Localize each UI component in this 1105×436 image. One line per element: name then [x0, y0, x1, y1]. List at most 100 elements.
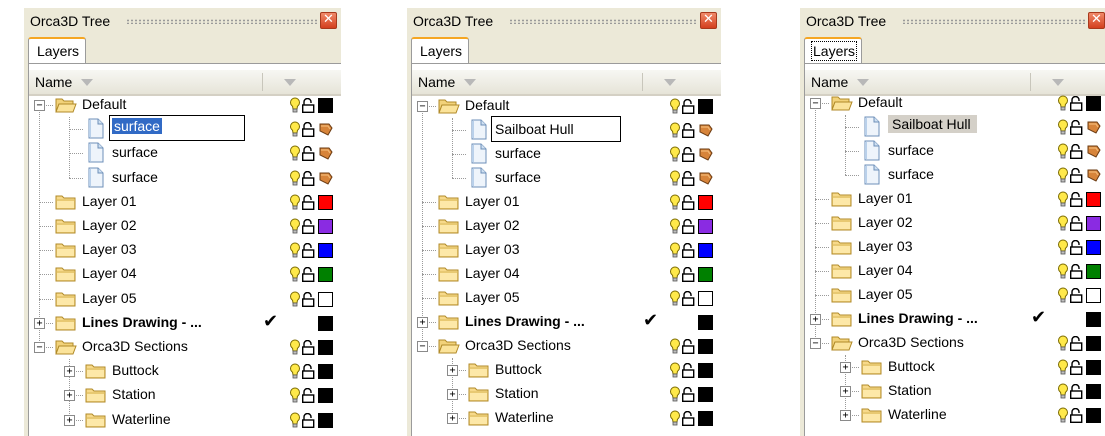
expand-icon[interactable]: +: [64, 366, 75, 378]
lightbulb-icon[interactable]: [669, 266, 681, 286]
padlock-open-icon[interactable]: [301, 122, 316, 140]
tree-row-l05[interactable]: Layer 05: [412, 286, 721, 310]
lightbulb-icon[interactable]: [289, 363, 301, 383]
padlock-open-icon[interactable]: [681, 218, 696, 237]
layer-color-swatch[interactable]: [1086, 240, 1101, 255]
layer-color-swatch[interactable]: [318, 219, 333, 234]
layer-color-swatch[interactable]: [1086, 192, 1101, 207]
padlock-open-icon[interactable]: [1069, 407, 1084, 426]
layer-color-swatch[interactable]: [1086, 384, 1101, 399]
layer-color-swatch[interactable]: [1086, 264, 1101, 279]
layer-color-swatch[interactable]: [698, 195, 713, 210]
layer-color-swatch[interactable]: [698, 267, 713, 282]
tree-row-waterline[interactable]: + Waterline: [29, 408, 341, 432]
tree-row-buttock[interactable]: + Buttock: [805, 355, 1105, 379]
lightbulb-icon[interactable]: [289, 339, 301, 359]
panel-titlebar[interactable]: Orca3D Tree ✕: [407, 8, 721, 32]
lightbulb-icon[interactable]: [1057, 383, 1069, 403]
material-icon[interactable]: [699, 171, 713, 188]
column-arrow-icon[interactable]: [284, 79, 296, 86]
padlock-open-icon[interactable]: [301, 243, 316, 261]
lightbulb-icon[interactable]: [289, 412, 301, 432]
layer-color-swatch[interactable]: [318, 194, 333, 210]
padlock-open-icon[interactable]: [301, 194, 316, 213]
material-icon[interactable]: [1087, 144, 1101, 161]
tree-row-l05[interactable]: Layer 05: [29, 287, 341, 311]
lightbulb-icon[interactable]: [289, 170, 301, 190]
expand-icon[interactable]: +: [64, 390, 75, 402]
lightbulb-icon[interactable]: [1057, 287, 1069, 307]
layer-color-swatch[interactable]: [698, 411, 713, 426]
lightbulb-icon[interactable]: [289, 291, 301, 311]
drag-grip[interactable]: [509, 19, 697, 24]
layer-color-swatch[interactable]: [1086, 288, 1101, 303]
padlock-open-icon[interactable]: [1069, 215, 1084, 234]
tree-row-surface3[interactable]: surface: [412, 166, 721, 190]
column-arrow-icon[interactable]: [1052, 79, 1064, 86]
expand-icon[interactable]: +: [840, 362, 851, 373]
close-icon[interactable]: ✕: [700, 12, 717, 29]
padlock-open-icon[interactable]: [1069, 287, 1084, 306]
tree-row-waterline[interactable]: + Waterline: [805, 403, 1105, 427]
padlock-open-icon[interactable]: [301, 146, 316, 164]
lightbulb-icon[interactable]: [1057, 263, 1069, 283]
layer-color-swatch[interactable]: [318, 364, 333, 380]
collapse-icon[interactable]: −: [810, 98, 821, 109]
padlock-open-icon[interactable]: [1069, 383, 1084, 402]
lightbulb-icon[interactable]: [289, 242, 301, 262]
panel-titlebar[interactable]: Orca3D Tree ✕: [800, 8, 1105, 32]
padlock-open-icon[interactable]: [681, 242, 696, 261]
material-icon[interactable]: [1087, 120, 1101, 137]
tree-row-sections[interactable]: − Orca3D Sections: [805, 331, 1105, 355]
tree-row-lines[interactable]: + Lines Drawing - ... ✔: [412, 310, 721, 334]
padlock-open-icon[interactable]: [1069, 119, 1084, 138]
expand-icon[interactable]: +: [417, 317, 428, 328]
tree-row-l04[interactable]: Layer 04: [805, 259, 1105, 283]
column-divider[interactable]: [1030, 73, 1031, 91]
layer-color-swatch[interactable]: [318, 388, 333, 404]
lightbulb-icon[interactable]: [669, 362, 681, 382]
tab-layers[interactable]: Layers: [804, 37, 862, 63]
padlock-open-icon[interactable]: [1069, 191, 1084, 210]
material-icon[interactable]: [699, 147, 713, 164]
lightbulb-icon[interactable]: [1057, 167, 1069, 187]
tree-row-l01[interactable]: Layer 01: [805, 187, 1105, 211]
layer-color-swatch[interactable]: [1086, 216, 1101, 231]
expand-icon[interactable]: +: [64, 414, 75, 426]
tree-row-station[interactable]: + Station: [805, 379, 1105, 403]
material-icon[interactable]: [319, 146, 333, 163]
layer-color-swatch[interactable]: [318, 315, 333, 331]
tree-row-surface3[interactable]: surface: [29, 166, 341, 190]
padlock-open-icon[interactable]: [681, 362, 696, 381]
padlock-open-icon[interactable]: [681, 146, 696, 165]
lightbulb-icon[interactable]: [669, 146, 681, 166]
lightbulb-icon[interactable]: [289, 387, 301, 407]
tree-row-default[interactable]: − Default: [29, 93, 341, 117]
layer-color-swatch[interactable]: [698, 363, 713, 378]
tree-row-l04[interactable]: Layer 04: [29, 262, 341, 286]
tree-row-station[interactable]: + Station: [29, 383, 341, 407]
close-icon[interactable]: ✕: [1088, 12, 1105, 29]
tree-row-lines[interactable]: + Lines Drawing - ... ✔: [805, 307, 1105, 331]
lightbulb-icon[interactable]: [289, 218, 301, 238]
column-header[interactable]: Name: [412, 70, 721, 96]
tab-layers[interactable]: Layers: [411, 37, 469, 63]
tree-row-default[interactable]: − Default: [805, 91, 1105, 115]
tree-row-l02[interactable]: Layer 02: [412, 214, 721, 238]
tree-row-default[interactable]: − Default: [412, 94, 721, 118]
tree-row-l01[interactable]: Layer 01: [412, 190, 721, 214]
padlock-open-icon[interactable]: [1069, 263, 1084, 282]
layer-tree[interactable]: Name − Default Sailboat Hull surface surface L…: [411, 63, 721, 436]
layer-color-swatch[interactable]: [1086, 96, 1101, 111]
material-icon[interactable]: [319, 122, 333, 139]
tree-row-l03[interactable]: Layer 03: [29, 238, 341, 262]
padlock-open-icon[interactable]: [1069, 95, 1084, 114]
collapse-icon[interactable]: −: [810, 338, 821, 349]
tree-row-surface3[interactable]: surface: [805, 163, 1105, 187]
expand-icon[interactable]: +: [447, 413, 458, 424]
padlock-open-icon[interactable]: [301, 412, 316, 431]
tree-row-l03[interactable]: Layer 03: [805, 235, 1105, 259]
layer-color-swatch[interactable]: [318, 291, 333, 307]
lightbulb-icon[interactable]: [1057, 335, 1069, 355]
layer-color-swatch[interactable]: [318, 98, 333, 113]
